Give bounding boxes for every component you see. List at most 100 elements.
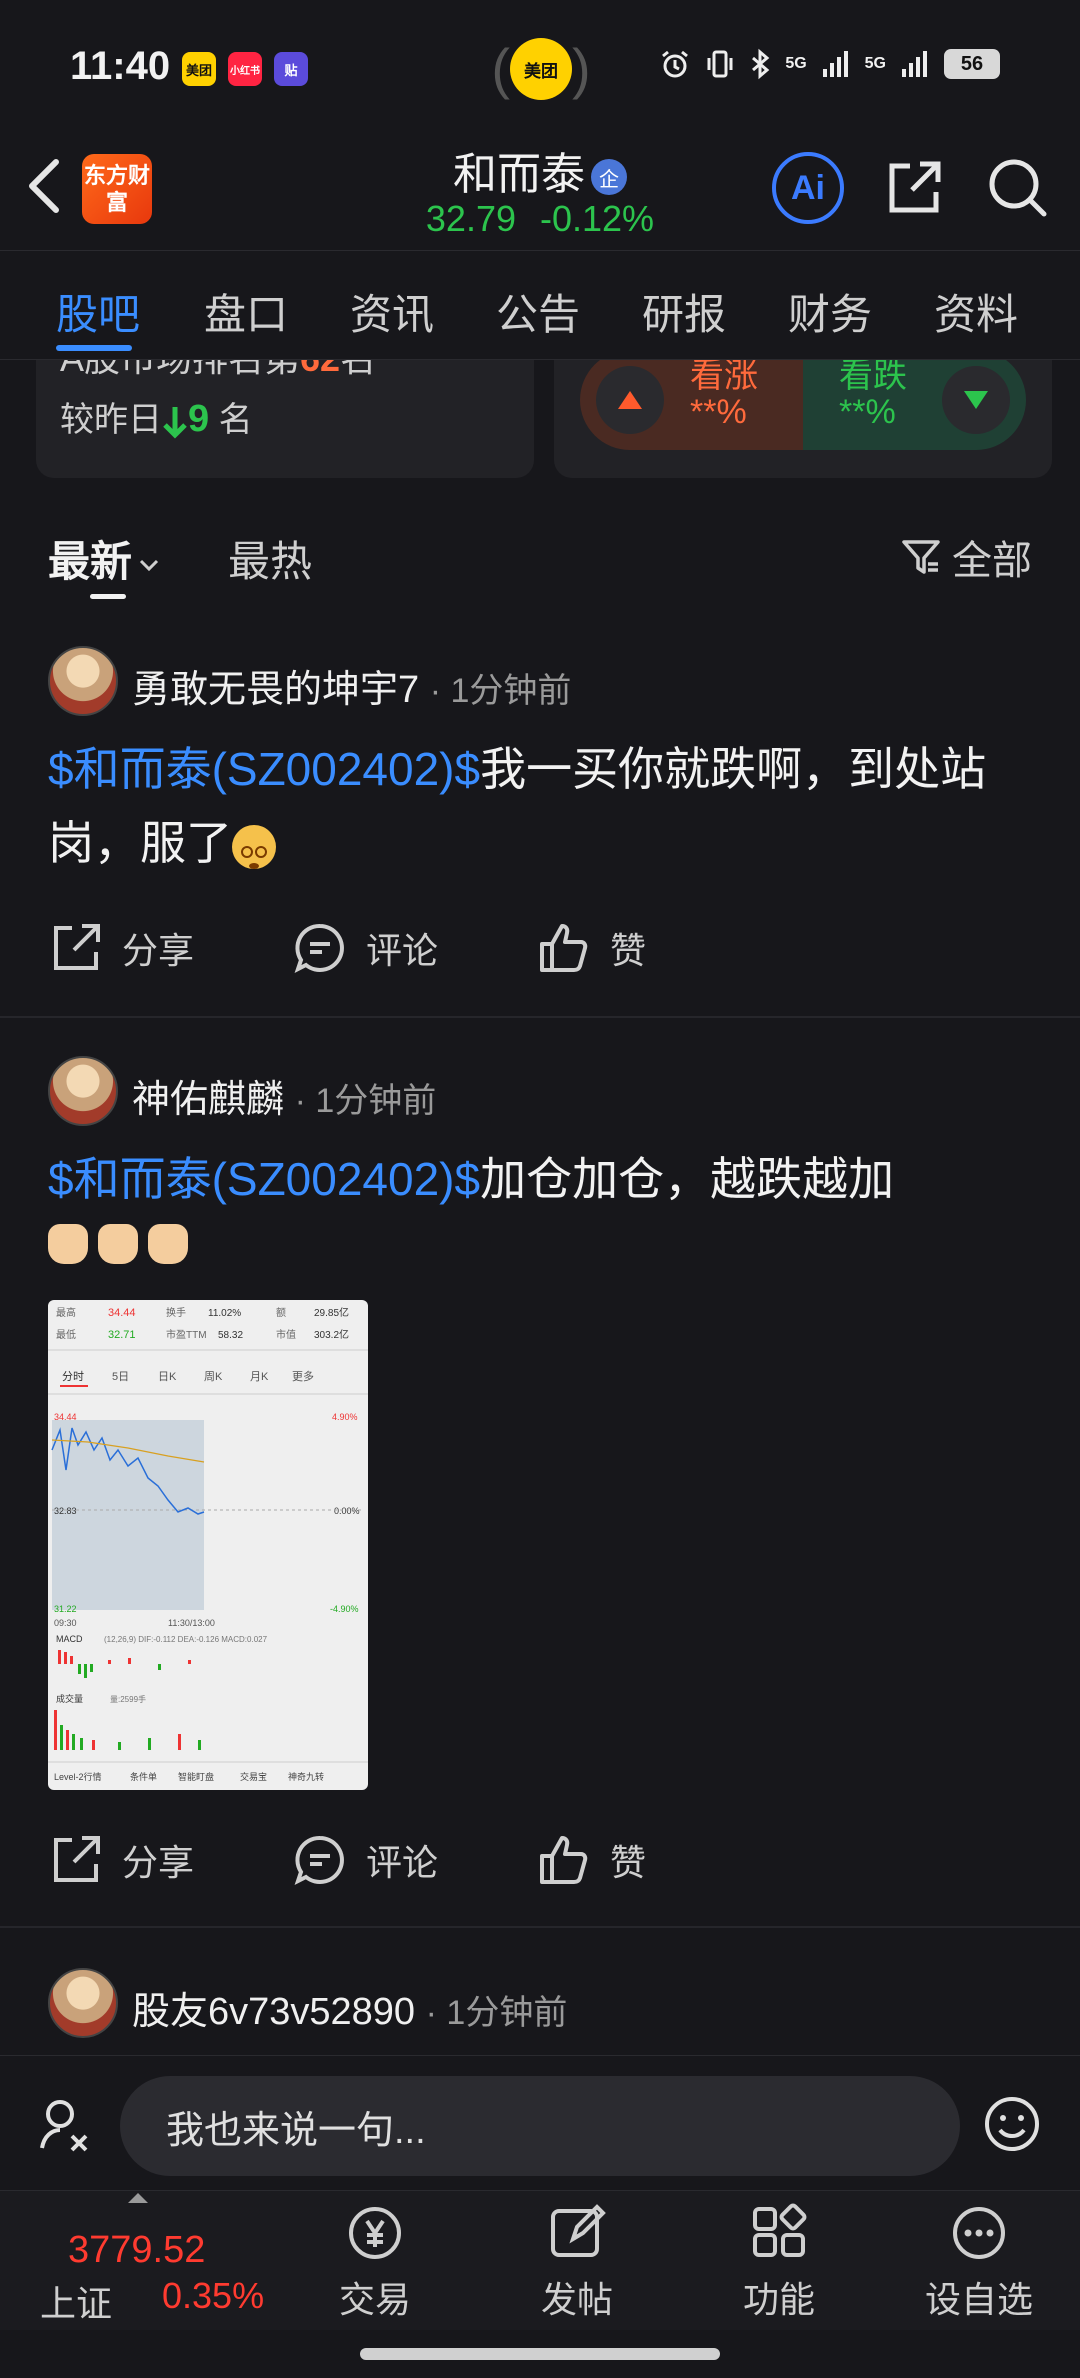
stock-tag-link[interactable]: $和而泰(SZ002402)$ [48,743,480,795]
thumb-label-high: 最高 [56,1306,76,1319]
search-icon[interactable] [986,156,1050,220]
meituan-live-icon: 美团 [510,38,572,100]
ai-assistant-button[interactable]: Ai [772,152,844,224]
comment-button[interactable]: 评论 [292,1832,438,1888]
nav-trade[interactable]: 交易 [305,2201,445,2323]
thumb-low-value: 32.71 [108,1329,136,1341]
post-author[interactable]: 股友6v73v52890 · 1分钟前 [132,1980,567,2035]
tab-news[interactable]: 资讯 [350,281,434,342]
stock-header: 东方财富 和而泰企 32.79 -0.12% Ai [0,130,1080,250]
tab-announcements[interactable]: 公告 [496,281,580,342]
stock-tag-link[interactable]: $和而泰(SZ002402)$ [48,1153,480,1205]
avatar[interactable] [48,1968,118,2038]
vote-up-circle [596,366,664,434]
post-divider [0,1016,1080,1018]
share-button[interactable]: 分享 [48,1832,194,1888]
vote-down-text: 看跌 **% [839,360,907,431]
post-author[interactable]: 神佑麒麟 · 1分钟前 [132,1068,436,1123]
status-bar: 11:40 美团 小红书 贴 ( 美团 ) 5G 5G 56 [0,0,1080,130]
status-time: 11:40 [70,44,171,88]
thumb-tab: 日K [158,1371,177,1383]
dynamic-island[interactable]: ( 美团 ) [486,38,596,100]
meituan-app-icon: 美团 [182,52,216,86]
tab-pankou[interactable]: 盘口 [204,281,288,342]
signal-5g-label: 5G [785,55,807,72]
thumb-volume-label: 成交量 [56,1693,83,1704]
home-indicator[interactable] [360,2348,720,2360]
dizzy-face-emoji [232,824,276,869]
filter-all-button[interactable]: 全部 [900,528,1032,586]
post-content[interactable]: $和而泰(SZ002402)$我一买你就跌啊，到处站岗，服了 [48,732,1038,880]
thumb-time-mid: 11:30/13:00 [168,1618,215,1628]
emoji-icon[interactable] [982,2094,1042,2154]
thumb-footer-item: Level-2行情 [54,1771,102,1782]
arrow-down-icon [163,407,187,439]
section-tabs: 股吧 盘口 资讯 公告 研报 财务 资料 [0,250,1080,360]
comment-input[interactable]: 我也来说一句... [120,2076,960,2176]
tab-profile[interactable]: 资料 [934,281,1018,342]
thumbs-up-icon [540,1836,588,1884]
index-change[interactable]: 0.35% [162,2275,264,2317]
post-author[interactable]: 勇敢无畏的坤宇7 · 1分钟前 [132,658,571,713]
active-tab-indicator [56,345,132,351]
avatar[interactable] [48,646,118,716]
nav-post[interactable]: 发帖 [507,2201,647,2323]
post-item[interactable]: 股友6v73v52890 · 1分钟前 [0,1962,1080,2052]
sort-hot[interactable]: 最热 [228,528,312,589]
vote-bar: 看涨 **% 看跌 **% [580,360,1026,450]
like-button[interactable]: 赞 [536,1832,646,1888]
thumb-macd-values: (12,26,9) DIF:-0.112 DEA:-0.126 MACD:0.0… [104,1635,268,1644]
avatar[interactable] [48,1056,118,1126]
like-button[interactable]: 赞 [536,920,646,976]
thumb-tab: 分时 [62,1370,84,1383]
share-button[interactable]: 分享 [48,920,194,976]
more-dots-icon [953,2207,1005,2259]
thumb-axis-mid: 32.83 [54,1506,77,1516]
post-time: · 1分钟前 [425,1994,568,2032]
vote-down-button[interactable]: 看跌 **% [803,360,1026,450]
thumb-pct-high: 4.90% [332,1412,358,1422]
thumb-footer-item: 条件单 [130,1771,157,1782]
status-icons: 5G 5G 56 [659,48,1000,80]
index-value[interactable]: 3779.52 [68,2229,205,2272]
tab-research[interactable]: 研报 [642,281,726,342]
thumb-volume-bars [54,1710,201,1750]
thumb-turnover-value: 11.02% [208,1308,241,1319]
alarm-icon [662,50,689,78]
thumb-label-pe: 市盈TTM [166,1328,207,1341]
index-name[interactable]: 上证 [40,2275,112,2327]
thumb-macd-bars [58,1650,191,1678]
rank-card[interactable]: A股市场排名第62名 较昨日9 名 [36,360,534,478]
share-icon [54,924,100,970]
tab-guba[interactable]: 股吧 [56,281,140,342]
tab-financials[interactable]: 财务 [788,281,872,342]
post-content[interactable]: $和而泰(SZ002402)$加仓加仓，越跌越加 [48,1142,1038,1216]
thumb-pe-value: 58.32 [218,1330,243,1341]
bluetooth-icon [752,48,770,80]
comment-button[interactable]: 评论 [292,920,438,976]
thumb-axis-high: 34.44 [54,1412,77,1422]
sort-filter-row: 最新 最热 全部 [0,500,1080,610]
share-icon[interactable] [882,156,946,220]
fist-emoji [48,1224,88,1264]
sort-latest[interactable]: 最新 [48,528,160,589]
sentiment-cards: A股市场排名第62名 较昨日9 名 看涨**% 看跌**% [0,360,1080,478]
post-image-thumbnail[interactable]: 最高 34.44 换手 11.02% 额 29.85亿 最低 32.71 市盈T… [48,1300,368,1790]
nav-functions[interactable]: 功能 [709,2201,849,2323]
bottom-navigation: 3779.52 上证 0.35% 交易 发帖 功能 设自选 [0,2190,1080,2330]
vote-up-text: 看涨 **% [690,360,758,431]
nav-add-watchlist[interactable]: 设自选 [909,2201,1049,2323]
post-item[interactable]: 勇敢无畏的坤宇7 · 1分钟前 $和而泰(SZ002402)$我一买你就跌啊，到… [0,640,1080,1020]
triangle-down-icon [964,391,988,409]
stock-price: 32.79 [425,198,516,239]
voice-input-icon[interactable] [36,2096,96,2156]
thumb-footer-item: 神奇九转 [288,1771,324,1782]
thumb-pct-low: -4.90% [330,1604,359,1614]
thumb-pct-mid: 0.00% [334,1506,360,1516]
caret-up-icon [128,2193,148,2203]
post-time: · 1分钟前 [429,672,572,710]
thumbs-up-icon [540,924,588,972]
thumb-tab: 周K [204,1370,223,1383]
thumb-axis-low: 31.22 [54,1604,77,1614]
vote-up-button[interactable]: 看涨 **% [580,360,803,450]
